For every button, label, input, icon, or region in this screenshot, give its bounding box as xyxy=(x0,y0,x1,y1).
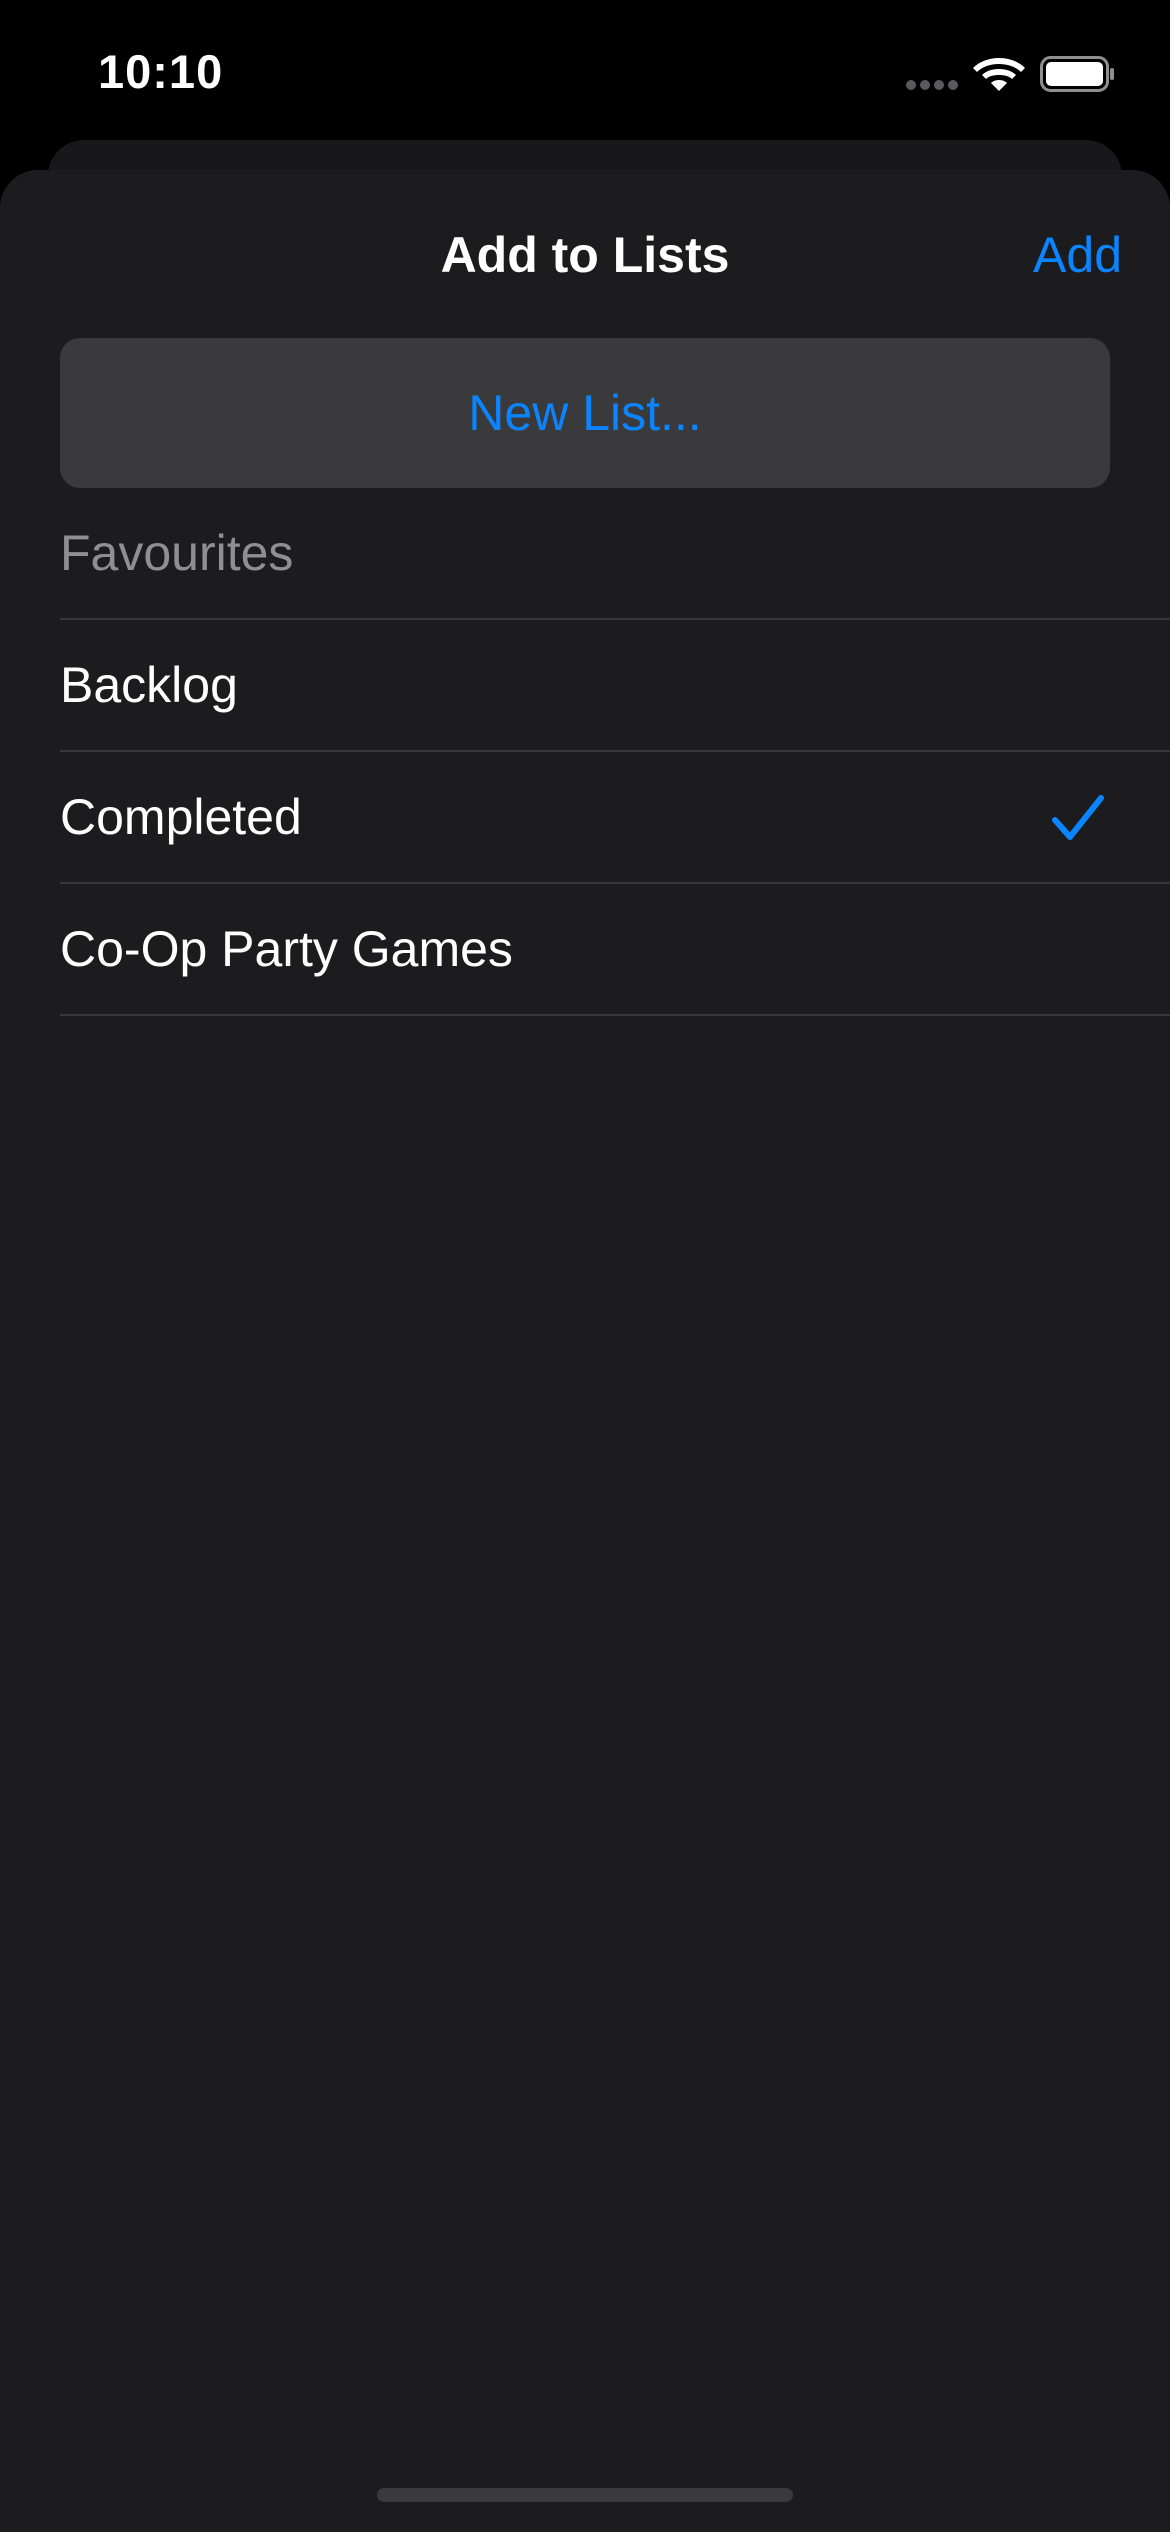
list-item-backlog[interactable]: Backlog xyxy=(60,620,1170,752)
list-item-label: Co-Op Party Games xyxy=(60,921,513,977)
list-item-favourites[interactable]: Favourites xyxy=(60,488,1170,620)
wifi-icon xyxy=(973,58,1025,91)
home-indicator[interactable] xyxy=(377,2488,793,2502)
list-item-label: Backlog xyxy=(60,657,238,713)
checkmark-icon xyxy=(1052,795,1104,840)
signal-dots-icon xyxy=(906,80,960,92)
list-item-label: Completed xyxy=(60,789,302,845)
list-item-label: Favourites xyxy=(60,525,294,581)
lists: Favourites Backlog Completed Co-Op Party… xyxy=(0,488,1170,1016)
new-list-button[interactable]: New List... xyxy=(60,338,1110,488)
list-item-co-op-party-games[interactable]: Co-Op Party Games xyxy=(60,884,1170,1016)
screen: 10:10 Add to Lists Add New List... Favou… xyxy=(0,0,1170,2532)
battery-icon xyxy=(1040,56,1114,92)
status-time: 10:10 xyxy=(98,45,224,98)
list-item-completed[interactable]: Completed xyxy=(60,752,1170,884)
add-to-lists-sheet: Add to Lists Add New List... Favourites … xyxy=(0,170,1170,2532)
sheet-title: Add to Lists xyxy=(440,227,730,283)
status-bar: 10:10 xyxy=(0,0,1170,140)
add-button[interactable]: Add xyxy=(1033,226,1122,284)
